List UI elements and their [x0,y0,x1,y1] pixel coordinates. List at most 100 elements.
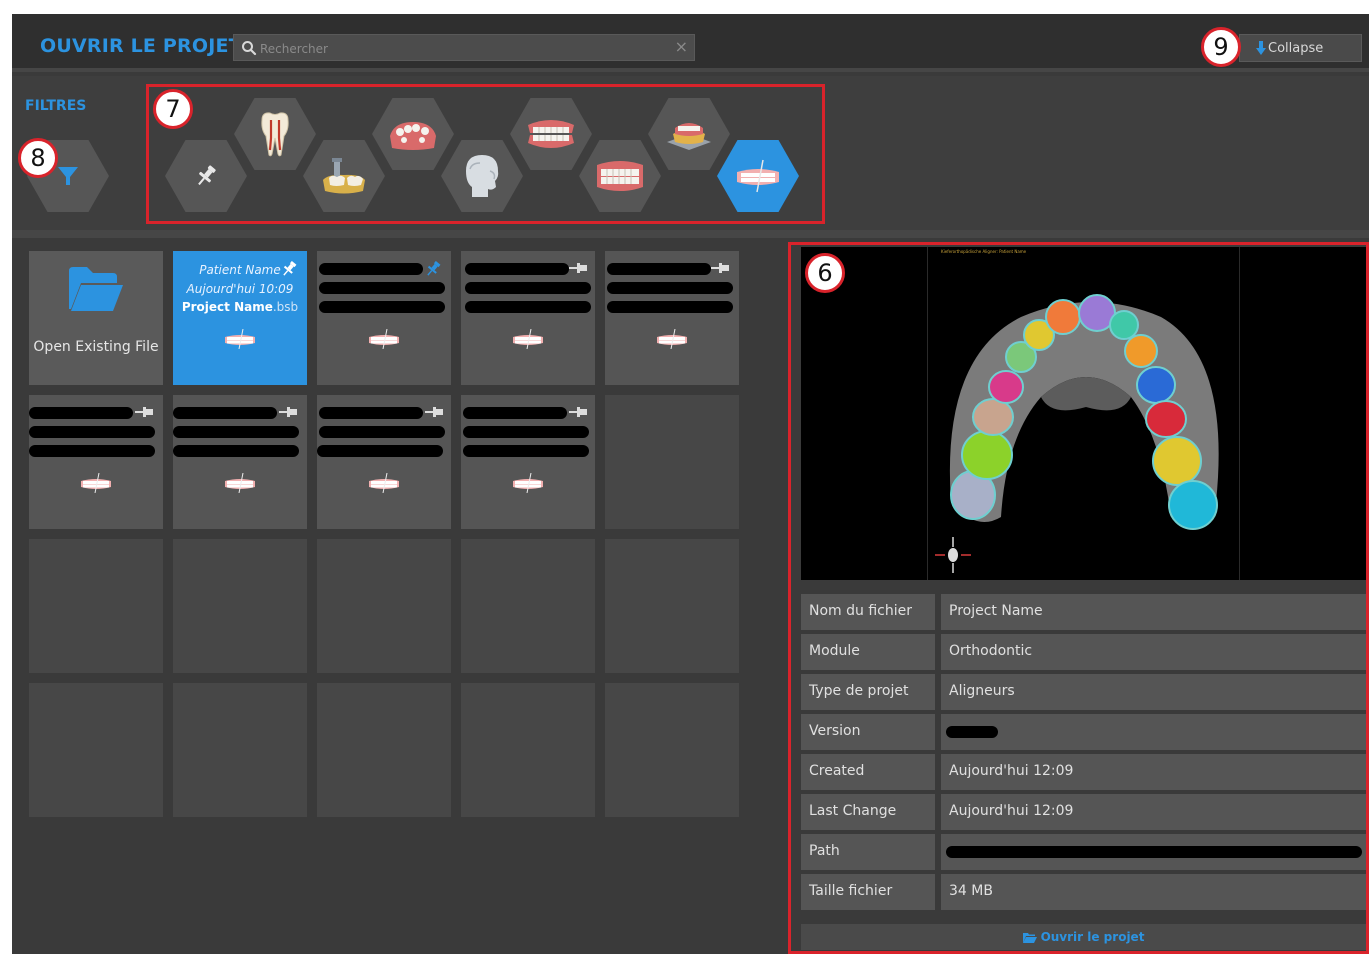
empty-slot [461,683,595,817]
filter-partial-denture[interactable] [372,98,454,170]
project-tile[interactable] [317,251,451,385]
open-existing-file-label: Open Existing File [33,339,159,355]
redacted-text [463,407,567,419]
pin-icon[interactable] [281,261,297,277]
filter-endodontic[interactable] [234,98,316,170]
tooth-root-icon [261,112,289,157]
redacted-text [173,445,299,457]
open-existing-file-button[interactable]: Open Existing File [29,251,163,385]
aligner-thumbnail-icon [369,473,399,493]
empty-slot [29,539,163,673]
filter-pinned[interactable] [165,140,247,212]
pin-icon [198,165,216,186]
model-base-icon [667,123,711,150]
folder-open-icon [69,267,123,311]
filter-jaw[interactable] [510,98,592,170]
aligner-thumbnail-icon [225,473,255,493]
project-tile[interactable] [29,395,163,529]
redacted-text [29,445,155,457]
redacted-text [465,263,569,275]
pin-outline-icon[interactable] [569,263,589,273]
callout-badge: 6 [805,253,845,293]
empty-slot [317,683,451,817]
aligner-thumbnail-icon [513,473,543,493]
header-bar: OUVRIR LE PROJET × Collapse [12,14,1369,72]
page-title: OUVRIR LE PROJET [40,35,242,57]
filter-face-scan[interactable] [441,140,523,212]
redacted-text [463,445,589,457]
implant-icon [323,158,365,194]
project-tile-selected[interactable]: Patient Name Aujourd'hui 10:09 Project N… [173,251,307,385]
project-tile[interactable] [605,251,739,385]
empty-slot [461,539,595,673]
redacted-text [607,263,711,275]
filter-full-denture[interactable] [579,140,661,212]
redacted-text [319,263,423,275]
filters-label: FILTRES [25,98,87,114]
callout-badge: 8 [18,138,58,178]
project-tile[interactable] [317,395,451,529]
detail-panel-highlight [788,242,1369,954]
aligner-icon [737,159,779,193]
redacted-text [29,407,133,419]
redacted-text [317,445,443,457]
empty-slot [317,539,451,673]
aligner-thumbnail-icon [81,473,111,493]
aligner-thumbnail-icon [657,329,687,349]
redacted-text [607,282,733,294]
redacted-text [319,407,423,419]
filter-aligner[interactable] [717,140,799,212]
empty-slot [605,395,739,529]
aligner-thumbnail-icon [225,329,255,349]
file-extension: .bsb [272,300,299,314]
filters-bar: FILTRES 7 8 [12,76,1369,230]
collapse-label: Collapse [1268,40,1324,56]
redacted-text [607,301,733,313]
aligner-thumbnail-icon [369,329,399,349]
redacted-text [319,282,445,294]
redacted-text [29,426,155,438]
arrow-down-icon [1256,41,1266,55]
callout-badge: 9 [1201,27,1241,67]
pin-outline-icon[interactable] [711,263,731,273]
empty-slot [173,539,307,673]
section-divider [12,230,1369,238]
project-tile[interactable] [461,395,595,529]
search-icon [242,41,257,56]
clear-search-icon[interactable]: × [675,38,688,56]
redacted-text [173,426,299,438]
empty-slot [173,683,307,817]
search-box[interactable]: × [233,34,695,61]
empty-slot [605,683,739,817]
funnel-icon [58,167,78,185]
jaw-icon [528,120,574,148]
pin-outline-icon[interactable] [135,407,155,417]
pin-outline-icon[interactable] [279,407,299,417]
pin-icon[interactable] [425,261,441,277]
redacted-text [319,301,445,313]
redacted-text [173,407,277,419]
collapse-button[interactable]: Collapse [1239,34,1362,62]
search-input[interactable] [260,39,660,58]
aligner-thumbnail-icon [513,329,543,349]
filter-model-base[interactable] [648,98,730,170]
pin-outline-icon[interactable] [425,407,445,417]
pin-outline-icon[interactable] [569,407,589,417]
empty-slot [29,683,163,817]
empty-slot [605,539,739,673]
full-denture-icon [597,161,643,191]
redacted-text [319,426,445,438]
project-tile[interactable] [173,395,307,529]
head-scan-icon [466,155,499,197]
project-date: Aujourd'hui 10:09 [186,282,294,296]
redacted-text [465,282,591,294]
project-filename: Project Name.bsb [173,300,307,314]
redacted-text [463,426,589,438]
project-name: Project Name [181,300,273,314]
filter-implant[interactable] [303,140,385,212]
project-tile[interactable] [461,251,595,385]
redacted-text [465,301,591,313]
app-window: OUVRIR LE PROJET × Collapse FILTRES [12,14,1369,954]
callout-badge: 7 [153,89,193,129]
partial-denture-icon [390,122,436,150]
